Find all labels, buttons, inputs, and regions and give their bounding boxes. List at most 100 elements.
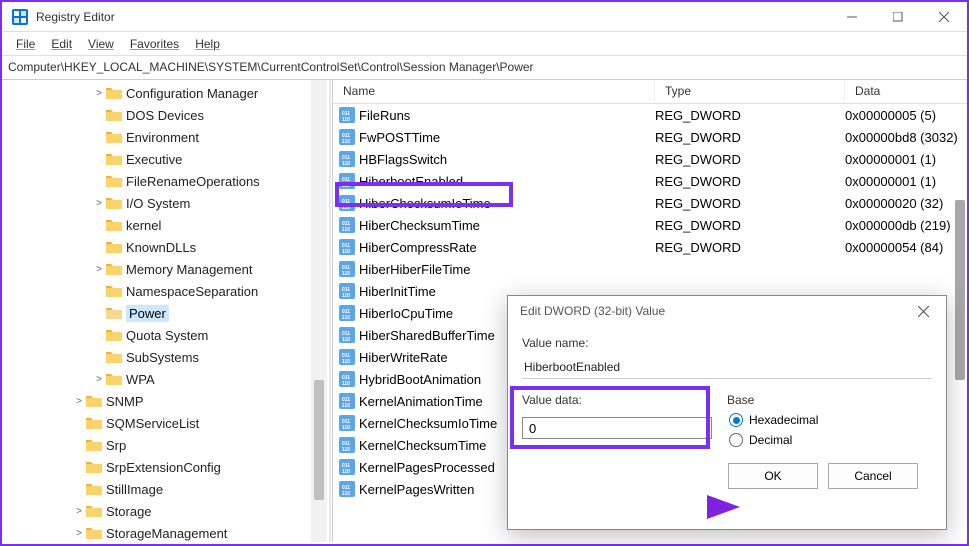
tree-item-label: WPA: [126, 372, 155, 387]
list-row[interactable]: 011110HBFlagsSwitchREG_DWORD0x00000001 (…: [333, 148, 967, 170]
svg-text:110: 110: [342, 227, 350, 233]
svg-text:110: 110: [342, 271, 350, 277]
tree-item[interactable]: >NamespaceSeparation: [2, 280, 327, 302]
dialog-close-button[interactable]: [908, 296, 938, 326]
menu-view[interactable]: View: [80, 35, 122, 53]
tree-item-label: Configuration Manager: [126, 86, 258, 101]
tree-item[interactable]: >KnownDLLs: [2, 236, 327, 258]
value-name: KernelChecksumIoTime: [359, 416, 497, 431]
tree-item-label: Executive: [126, 152, 182, 167]
tree-item-label: DOS Devices: [126, 108, 204, 123]
column-headers[interactable]: Name Type Data: [333, 80, 967, 104]
minimize-button[interactable]: [829, 2, 875, 32]
value-data: 0x00000001 (1): [845, 174, 967, 189]
menu-edit[interactable]: Edit: [43, 35, 80, 53]
svg-text:110: 110: [342, 249, 350, 255]
col-data-header[interactable]: Data: [845, 80, 967, 103]
list-row[interactable]: 011110HiberChecksumTimeREG_DWORD0x000000…: [333, 214, 967, 236]
svg-text:110: 110: [342, 183, 350, 189]
menu-file[interactable]: File: [8, 35, 43, 53]
tree-item[interactable]: >SQMServiceList: [2, 412, 327, 434]
tree-item[interactable]: >Memory Management: [2, 258, 327, 280]
value-name: HiberIoCpuTime: [359, 306, 453, 321]
tree-scroll-thumb[interactable]: [314, 380, 324, 500]
svg-text:110: 110: [342, 469, 350, 475]
window-title: Registry Editor: [36, 10, 829, 24]
tree-item[interactable]: >Storage: [2, 500, 327, 522]
tree-item[interactable]: >StillImage: [2, 478, 327, 500]
col-type-header[interactable]: Type: [655, 80, 845, 103]
tree-item-label: I/O System: [126, 196, 190, 211]
value-name: HiberbootEnabled: [359, 174, 463, 189]
value-type: REG_DWORD: [655, 218, 845, 233]
tree-item[interactable]: >SrpExtensionConfig: [2, 456, 327, 478]
tree-item[interactable]: > Configuration Manager: [2, 82, 327, 104]
svg-text:110: 110: [342, 139, 350, 145]
tree-item-label: FileRenameOperations: [126, 174, 260, 189]
maximize-button[interactable]: [875, 2, 921, 32]
value-name-field[interactable]: HiberbootEnabled: [522, 356, 932, 379]
tree-caret-icon[interactable]: >: [92, 264, 106, 275]
tree-caret-icon[interactable]: >: [92, 374, 106, 385]
tree-item[interactable]: > StorageManagement: [2, 522, 327, 542]
list-row[interactable]: 011110HiberHiberFileTime: [333, 258, 967, 280]
tree-item[interactable]: >Executive: [2, 148, 327, 170]
menu-help[interactable]: Help: [187, 35, 228, 53]
value-type: REG_DWORD: [655, 130, 845, 145]
svg-text:110: 110: [342, 293, 350, 299]
value-name: HiberInitTime: [359, 284, 436, 299]
tree-item[interactable]: >FileRenameOperations: [2, 170, 327, 192]
cancel-button[interactable]: Cancel: [828, 463, 918, 489]
tree-item-label: Srp: [106, 438, 126, 453]
tree-scrollbar[interactable]: [311, 80, 327, 542]
tree-caret-icon[interactable]: >: [72, 506, 86, 517]
tree-item[interactable]: > I/O System: [2, 192, 327, 214]
close-button[interactable]: [921, 2, 967, 32]
tree-item[interactable]: >SNMP: [2, 390, 327, 412]
tree-item[interactable]: >kernel: [2, 214, 327, 236]
window-titlebar: Registry Editor: [2, 2, 967, 32]
tree-item-label: SubSystems: [126, 350, 199, 365]
tree-item[interactable]: >Quota System: [2, 324, 327, 346]
list-row[interactable]: 011110HiberbootEnabledREG_DWORD0x0000000…: [333, 170, 967, 192]
tree-item-label: NamespaceSeparation: [126, 284, 258, 299]
tree-caret-icon[interactable]: >: [92, 88, 106, 99]
value-name: HBFlagsSwitch: [359, 152, 447, 167]
tree-item-label: KnownDLLs: [126, 240, 196, 255]
value-data: 0x00000bd8 (3032): [845, 130, 967, 145]
menu-favorites[interactable]: Favorites: [122, 35, 187, 53]
list-row[interactable]: 011110HiberChecksumIoTimeREG_DWORD0x0000…: [333, 192, 967, 214]
value-name: KernelPagesWritten: [359, 482, 474, 497]
tree-item-label: SQMServiceList: [106, 416, 199, 431]
tree-item[interactable]: >Power: [2, 302, 327, 324]
svg-text:110: 110: [342, 381, 350, 387]
tree-caret-icon[interactable]: >: [72, 396, 86, 407]
radio-decimal[interactable]: Decimal: [729, 433, 932, 447]
radio-dec-icon: [729, 433, 743, 447]
tree-caret-icon[interactable]: >: [72, 528, 86, 539]
list-scroll-thumb[interactable]: [955, 200, 965, 380]
tree-item[interactable]: >SubSystems: [2, 346, 327, 368]
address-bar[interactable]: Computer\HKEY_LOCAL_MACHINE\SYSTEM\Curre…: [2, 56, 967, 80]
tree-item[interactable]: >DOS Devices: [2, 104, 327, 126]
list-row[interactable]: 011110HiberCompressRateREG_DWORD0x000000…: [333, 236, 967, 258]
tree-caret-icon[interactable]: >: [92, 198, 106, 209]
list-row[interactable]: 011110FileRunsREG_DWORD0x00000005 (5): [333, 104, 967, 126]
value-name: KernelChecksumTime: [359, 438, 486, 453]
menu-bar: File Edit View Favorites Help: [2, 32, 967, 56]
value-name: HybridBootAnimation: [359, 372, 481, 387]
tree-item[interactable]: > WPA: [2, 368, 327, 390]
value-data-input[interactable]: [522, 417, 712, 439]
radio-hexadecimal[interactable]: Hexadecimal: [729, 413, 932, 427]
tree-item[interactable]: >Srp: [2, 434, 327, 456]
ok-button[interactable]: OK: [728, 463, 818, 489]
tree-item[interactable]: >Environment: [2, 126, 327, 148]
list-row[interactable]: 011110FwPOSTTimeREG_DWORD0x00000bd8 (303…: [333, 126, 967, 148]
svg-text:110: 110: [342, 447, 350, 453]
col-name-header[interactable]: Name: [333, 80, 655, 103]
dialog-title: Edit DWORD (32-bit) Value: [520, 304, 908, 318]
value-name: HiberHiberFileTime: [359, 262, 470, 277]
tree-item-label: StorageManagement: [106, 526, 227, 541]
value-name: KernelAnimationTime: [359, 394, 483, 409]
value-data: 0x00000005 (5): [845, 108, 967, 123]
